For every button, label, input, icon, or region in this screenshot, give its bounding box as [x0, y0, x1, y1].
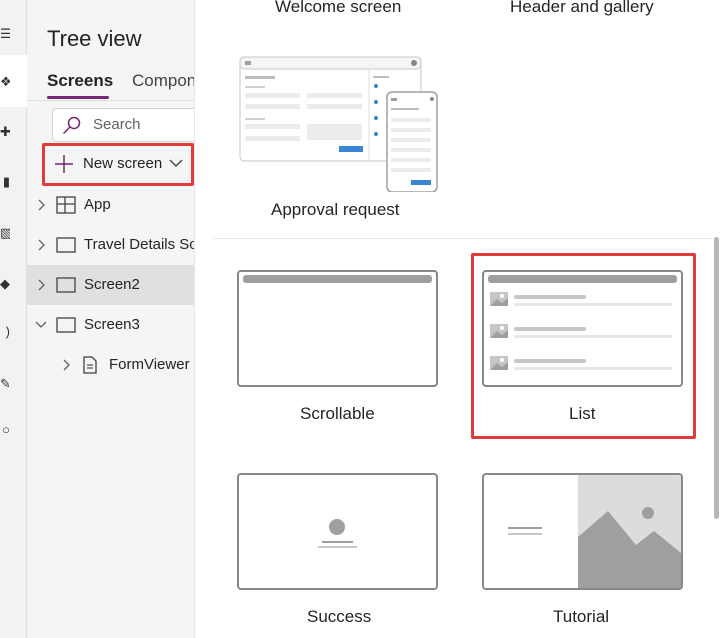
- template-label-scrollable[interactable]: Scrollable: [300, 404, 375, 424]
- chevron-right-icon[interactable]: [61, 359, 71, 371]
- chevron-right-icon[interactable]: [36, 279, 46, 291]
- app-grid-icon: [56, 196, 76, 214]
- template-label-tutorial[interactable]: Tutorial: [553, 607, 609, 627]
- tree-view-layers-icon[interactable]: ❖: [0, 74, 10, 90]
- thumb-header-bar: [243, 275, 432, 283]
- media-icon[interactable]: ▧: [0, 225, 10, 241]
- gallery-scrollbar[interactable]: [714, 237, 719, 519]
- template-label-welcome-screen[interactable]: Welcome screen: [275, 0, 401, 17]
- template-label-approval-request[interactable]: Approval request: [271, 200, 400, 220]
- search-icon: [63, 116, 81, 134]
- template-tutorial[interactable]: [482, 473, 683, 590]
- section-divider: [213, 238, 713, 239]
- search-box[interactable]: [52, 108, 195, 142]
- active-tab-indicator: [47, 96, 109, 99]
- tree-item-label: Screen3: [84, 316, 140, 333]
- search-rail-icon[interactable]: ○: [0, 422, 10, 438]
- power-automate-icon[interactable]: ◆: [0, 276, 10, 292]
- data-icon[interactable]: ▮: [0, 174, 10, 190]
- tree-view-pane: Tree view Screens Compon New screen App: [27, 0, 195, 638]
- left-nav-rail: ☰ ❖ ✚ ▮ ▧ ◆ ) ✎ ○: [0, 0, 27, 638]
- tree-item-formviewer[interactable]: FormViewer: [27, 345, 195, 385]
- tab-divider: [27, 100, 195, 101]
- new-screen-highlight: [42, 143, 194, 186]
- success-preview: [318, 519, 357, 548]
- screen-icon: [56, 277, 76, 293]
- chevron-down-icon[interactable]: [35, 320, 47, 330]
- list-template-highlight: [471, 253, 696, 439]
- tab-components[interactable]: Compon: [132, 71, 195, 91]
- tree-item-label: FormViewer: [109, 356, 190, 373]
- variables-icon[interactable]: ): [0, 324, 10, 340]
- chevron-right-icon[interactable]: [36, 239, 46, 251]
- screen-template-gallery: Welcome screen Header and gallery Approv…: [195, 0, 721, 638]
- tutorial-preview: [508, 475, 681, 588]
- advanced-tools-icon[interactable]: ✎: [0, 376, 10, 392]
- approval-request-preview: [239, 56, 438, 193]
- screen-icon: [56, 317, 76, 333]
- tree-item-label: App: [84, 196, 111, 213]
- tree-item-label: Screen2: [84, 276, 140, 293]
- form-icon: [83, 356, 97, 374]
- screen-icon: [56, 237, 76, 253]
- search-input[interactable]: [93, 116, 195, 133]
- template-label-success[interactable]: Success: [307, 607, 371, 627]
- template-approval-request[interactable]: [239, 56, 439, 193]
- tree-item-screen3[interactable]: Screen3: [27, 305, 195, 345]
- tree-item-screen2[interactable]: Screen2: [27, 265, 195, 305]
- tree-item-label: Travel Details Scr: [84, 236, 195, 253]
- chevron-right-icon[interactable]: [36, 199, 46, 211]
- insert-icon[interactable]: ✚: [0, 124, 10, 140]
- tree-item-app[interactable]: App: [27, 185, 195, 225]
- tab-screens[interactable]: Screens: [47, 71, 113, 91]
- tree-item-travel-details-screen[interactable]: Travel Details Scr: [27, 225, 195, 265]
- hamburger-menu-icon[interactable]: ☰: [0, 26, 10, 42]
- template-scrollable[interactable]: [237, 270, 438, 387]
- tree-view-title: Tree view: [47, 26, 142, 51]
- template-label-header-and-gallery[interactable]: Header and gallery: [510, 0, 654, 17]
- template-success[interactable]: [237, 473, 438, 590]
